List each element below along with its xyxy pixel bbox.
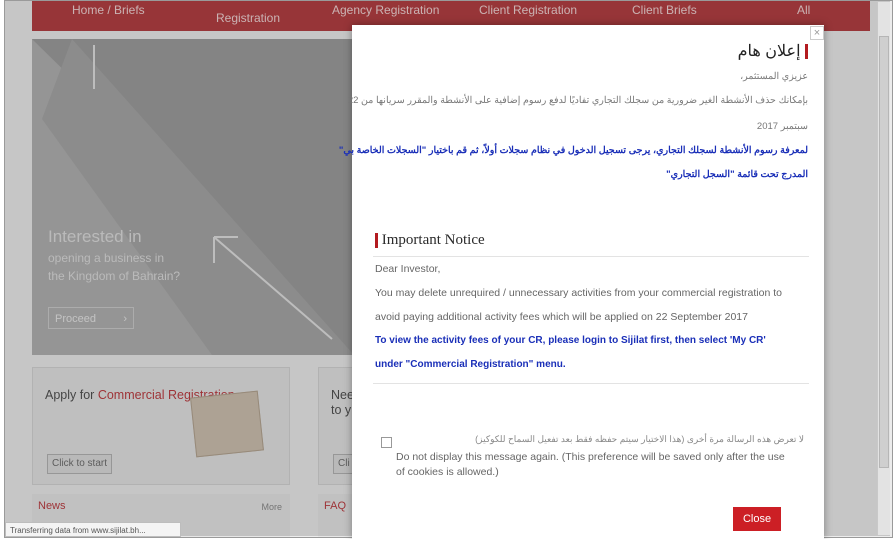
scrollbar-thumb[interactable] bbox=[879, 36, 889, 468]
english-greeting: Dear Investor, bbox=[375, 263, 441, 275]
announcement-modal: إعلان هام عزيزي المستثمر، بإمكانك حذف ال… bbox=[339, 25, 824, 539]
arabic-instruction-line-2: المدرج تحت قائمة "السجل التجاري" bbox=[666, 169, 808, 180]
arabic-instruction-line-1: لمعرفة رسوم الأنشطة لسجلك التجاري، يرجى … bbox=[338, 145, 808, 156]
title-accent-bar bbox=[375, 233, 378, 249]
arabic-body-line-2: سبتمبر 2017 bbox=[756, 121, 808, 132]
browser-status-bar: Transferring data from www.sijilat.bh... bbox=[5, 522, 181, 537]
close-icon[interactable]: × bbox=[810, 26, 824, 40]
divider bbox=[373, 256, 809, 257]
arabic-greeting: عزيزي المستثمر، bbox=[740, 71, 808, 82]
close-button[interactable]: Close bbox=[733, 507, 781, 531]
arabic-notice-title-text: إعلان هام bbox=[737, 43, 801, 60]
arabic-body-line-1: بإمكانك حذف الأنشطة الغير ضرورية من سجلك… bbox=[347, 95, 808, 106]
divider bbox=[373, 383, 809, 384]
english-notice-title-text: Important Notice bbox=[381, 232, 485, 248]
english-body-line-1: You may delete unrequired / unnecessary … bbox=[375, 287, 782, 299]
dont-show-again-arabic-label: لا تعرض هذه الرسالة مرة أخرى (هذا الاختي… bbox=[475, 434, 804, 444]
dont-show-again-checkbox[interactable] bbox=[381, 437, 392, 448]
title-accent-bar bbox=[805, 44, 808, 60]
english-body-line-2: avoid paying additional activity fees wh… bbox=[375, 311, 748, 323]
arabic-notice-title: إعلان هام bbox=[738, 41, 808, 61]
english-instruction-line-1: To view the activity fees of your CR, pl… bbox=[375, 335, 766, 346]
english-notice-title: Important Notice bbox=[375, 232, 485, 249]
dont-show-again-label: Do not display this message again. (This… bbox=[396, 451, 785, 478]
english-instruction-line-2: under "Commercial Registration" menu. bbox=[375, 359, 566, 370]
